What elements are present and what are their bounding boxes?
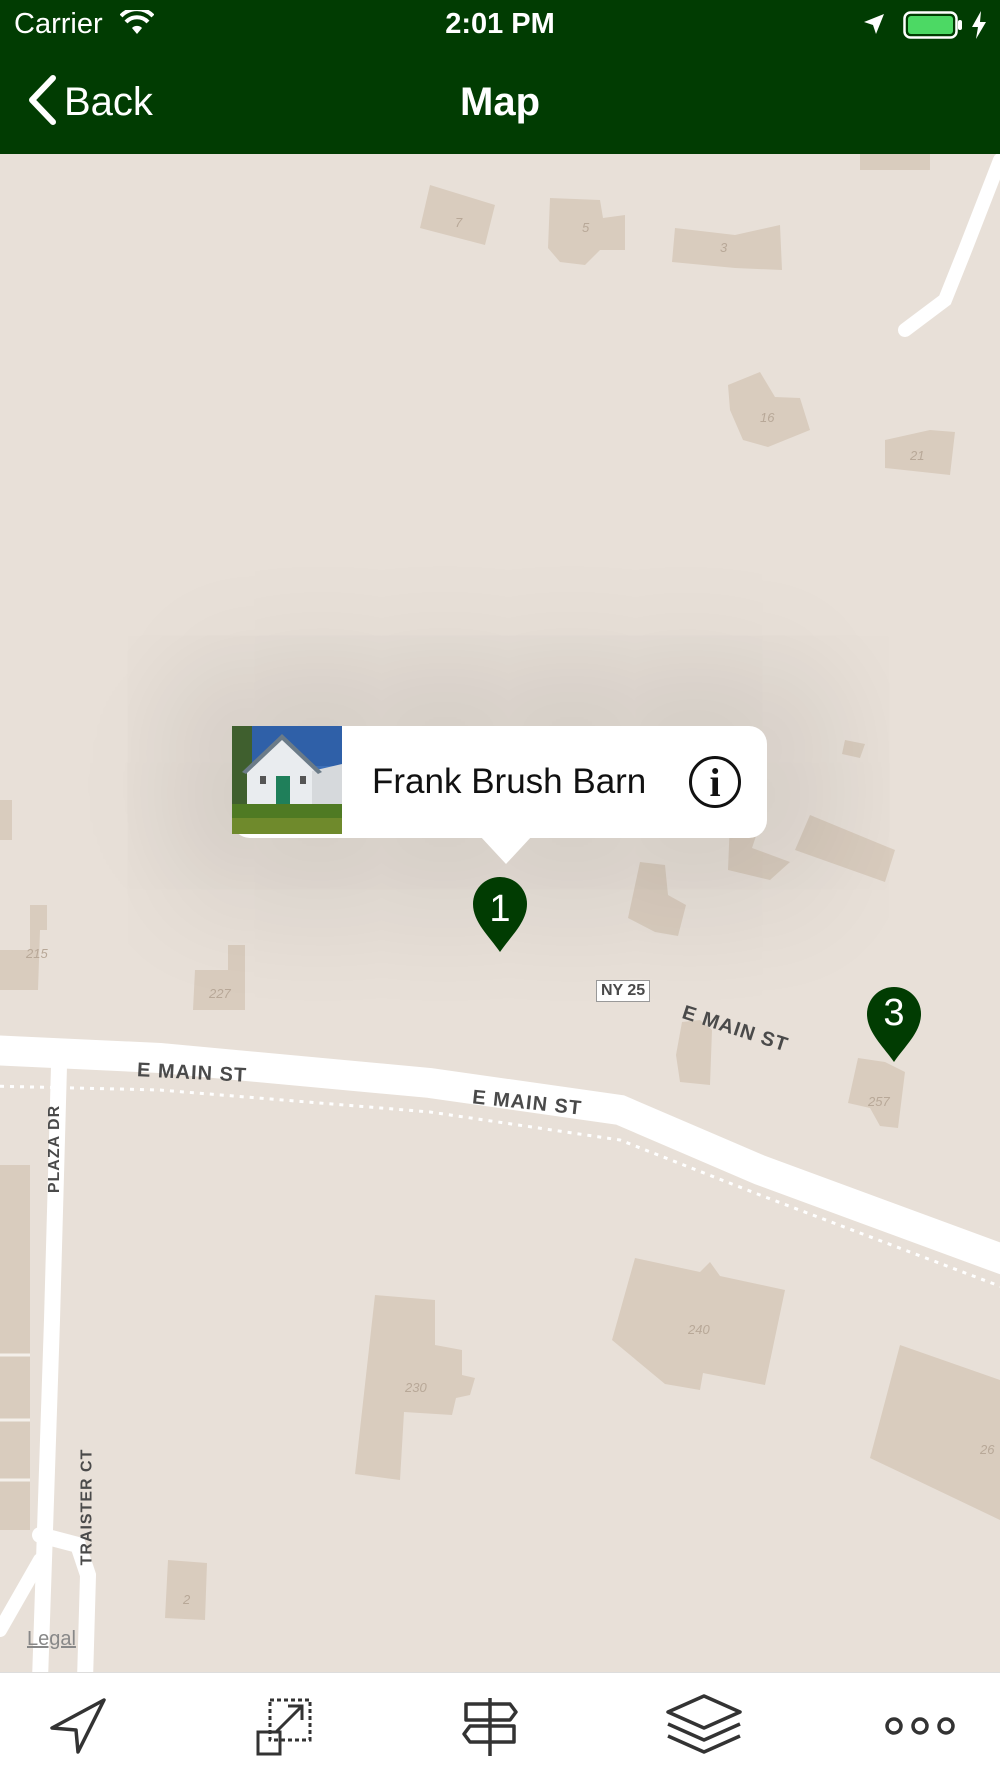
building-number: 3: [720, 240, 728, 255]
pin-number: 3: [883, 992, 905, 1034]
building-number: 257: [868, 1094, 890, 1109]
map-pin[interactable]: 3: [865, 980, 923, 1064]
building-number: 7: [455, 215, 463, 230]
callout-tail: [480, 836, 532, 864]
road-label: PLAZA DR: [46, 1104, 64, 1194]
bottom-toolbar: [0, 1672, 1000, 1779]
building-number: 5: [582, 220, 590, 235]
road-label: TRAISTER CT: [78, 1448, 96, 1566]
expand-icon[interactable]: [244, 1691, 324, 1761]
page-title: Map: [460, 80, 540, 124]
building-number: 2: [183, 1592, 191, 1607]
legal-link[interactable]: Legal: [27, 1628, 76, 1651]
layers-icon[interactable]: [664, 1691, 744, 1761]
building-number: 26: [980, 1442, 995, 1457]
location-arrow-icon[interactable]: [38, 1691, 118, 1761]
pin-callout[interactable]: Frank Brush Barn i: [232, 726, 767, 864]
callout-title: Frank Brush Barn: [372, 762, 647, 801]
map-view[interactable]: 7 5 3 16 21 215 227 257 240 230 26 2 E M…: [0, 154, 1000, 1672]
charging-icon: [970, 10, 988, 45]
navigation-bar: Back Map: [0, 50, 1000, 154]
building-number: 21: [910, 448, 925, 463]
status-bar: Carrier 2:01 PM: [0, 0, 1000, 50]
more-icon[interactable]: [880, 1691, 960, 1761]
location-services-icon: [862, 12, 886, 41]
battery-icon: [903, 11, 963, 44]
pin-number: 1: [489, 888, 511, 930]
building-number: 215: [26, 946, 48, 961]
map-pin[interactable]: 1: [471, 870, 529, 954]
building-number: 227: [209, 986, 231, 1001]
building-number: 230: [405, 1380, 427, 1395]
signpost-icon[interactable]: [450, 1691, 530, 1761]
building-number: 16: [760, 410, 775, 425]
barn-thumbnail: [232, 726, 342, 836]
status-time: 2:01 PM: [445, 8, 555, 40]
route-shield: NY 25: [596, 980, 651, 1002]
info-circle-icon[interactable]: i: [689, 756, 741, 808]
building-number: 240: [688, 1322, 710, 1337]
